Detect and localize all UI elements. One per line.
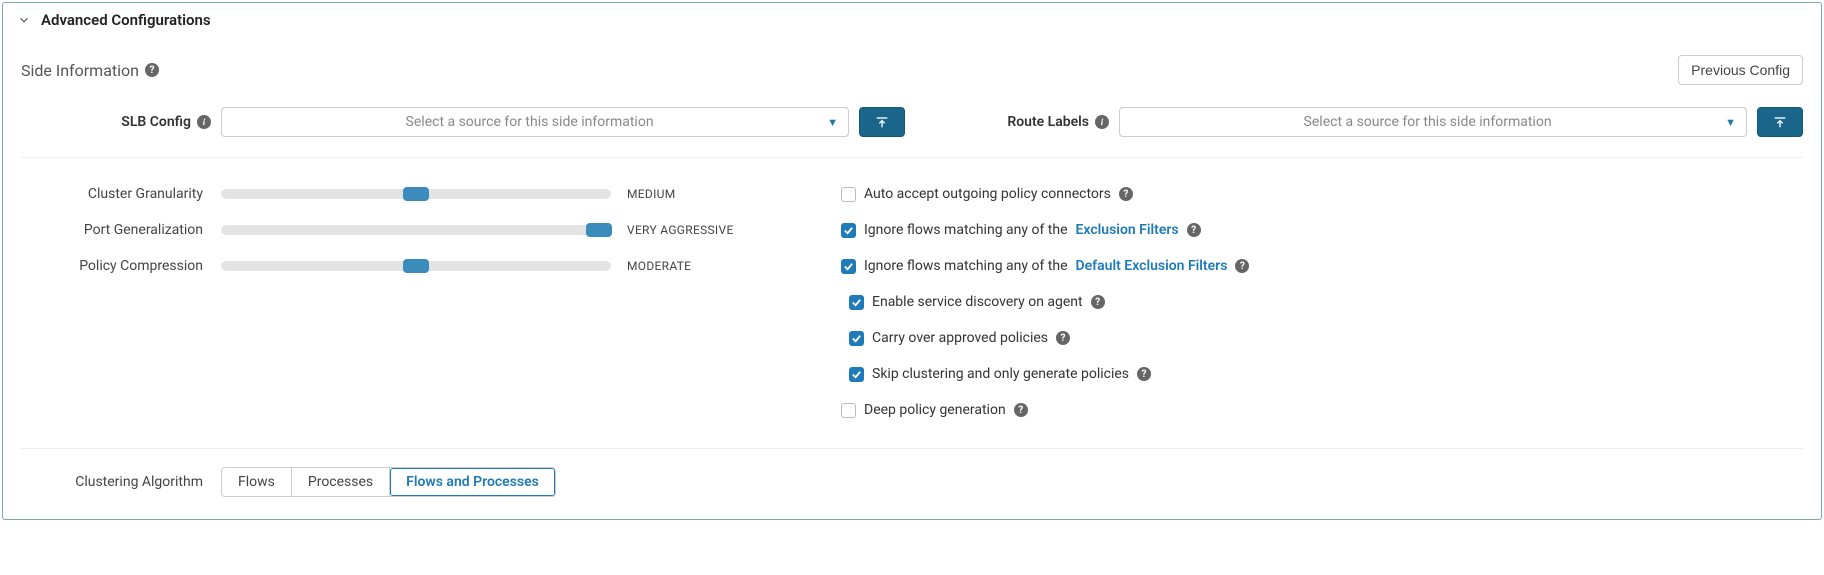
exclusion-filters-link[interactable]: Exclusion Filters [1076,222,1179,238]
carry-over-checkbox[interactable] [849,331,864,346]
enable-service-discovery-checkbox[interactable] [849,295,864,310]
ignore-default-exclusion-checkbox[interactable] [841,259,856,274]
cluster-granularity-value: Medium [611,187,781,201]
skip-clustering-label: Skip clustering and only generate polici… [872,366,1129,382]
route-labels-select[interactable]: Select a source for this side informatio… [1119,107,1747,137]
clustering-algorithm-label: Clustering Algorithm [21,474,221,490]
policy-compression-value: Moderate [611,259,781,273]
deep-policy-checkbox[interactable] [841,403,856,418]
slider-thumb[interactable] [403,259,429,273]
clustering-algorithm-row: Clustering Algorithm Flows Processes Flo… [21,448,1803,497]
cluster-granularity-slider[interactable] [221,189,611,199]
info-icon[interactable]: i [197,115,211,129]
help-icon[interactable]: ? [1091,295,1105,309]
route-labels-group: Route Labels i Select a source for this … [919,107,1803,137]
policy-compression-slider[interactable] [221,261,611,271]
help-icon[interactable]: ? [1187,223,1201,237]
route-labels-placeholder: Select a source for this side informatio… [1130,114,1725,130]
caret-down-icon: ▼ [1725,116,1736,129]
ignore-exclusion-row: Ignore flows matching any of the Exclusi… [841,212,1803,248]
slb-config-select[interactable]: Select a source for this side informatio… [221,107,849,137]
default-exclusion-filters-link[interactable]: Default Exclusion Filters [1076,258,1228,274]
help-icon[interactable]: ? [1137,367,1151,381]
deep-policy-row: Deep policy generation ? [841,392,1803,428]
enable-service-discovery-label: Enable service discovery on agent [872,294,1083,310]
auto-accept-checkbox[interactable] [841,187,856,202]
ignore-exclusion-prefix: Ignore flows matching any of the [864,222,1068,238]
side-info-text: Side Information [21,61,139,80]
panel-title: Advanced Configurations [41,11,211,29]
skip-clustering-checkbox[interactable] [849,367,864,382]
help-icon[interactable]: ? [1056,331,1070,345]
enable-service-discovery-row: Enable service discovery on agent ? [841,284,1803,320]
carry-over-row: Carry over approved policies ? [841,320,1803,356]
port-generalization-value: Very Aggressive [611,223,781,237]
sliders-column: Cluster Granularity Medium Port Generali… [21,176,781,428]
slb-config-label: SLB Config i [21,114,211,130]
auto-accept-label: Auto accept outgoing policy connectors [864,186,1111,202]
slb-config-group: SLB Config i Select a source for this si… [21,107,905,137]
slb-config-placeholder: Select a source for this side informatio… [232,114,827,130]
policy-compression-label: Policy Compression [21,258,221,274]
caret-down-icon: ▼ [827,116,838,129]
algo-option-processes[interactable]: Processes [292,468,390,496]
deep-policy-label: Deep policy generation [864,402,1006,418]
side-info-row: Side Information ? Previous Config [21,55,1803,85]
clustering-algorithm-segmented: Flows Processes Flows and Processes [221,467,556,497]
ignore-default-excl-prefix: Ignore flows matching any of the [864,258,1068,274]
cluster-granularity-row: Cluster Granularity Medium [21,176,781,212]
auto-accept-row: Auto accept outgoing policy connectors ? [841,176,1803,212]
panel-body: Side Information ? Previous Config SLB C… [3,37,1821,519]
route-labels-upload-button[interactable] [1757,107,1803,137]
config-row: SLB Config i Select a source for this si… [21,99,1803,158]
slider-thumb[interactable] [403,187,429,201]
cluster-granularity-label: Cluster Granularity [21,186,221,202]
slider-thumb[interactable] [586,223,612,237]
ignore-exclusion-checkbox[interactable] [841,223,856,238]
slb-upload-button[interactable] [859,107,905,137]
previous-config-button[interactable]: Previous Config [1678,55,1803,85]
slb-config-label-text: SLB Config [121,114,191,130]
settings-columns: Cluster Granularity Medium Port Generali… [21,158,1803,428]
help-icon[interactable]: ? [1119,187,1133,201]
port-generalization-row: Port Generalization Very Aggressive [21,212,781,248]
algo-option-flows[interactable]: Flows [222,468,292,496]
policy-compression-row: Policy Compression Moderate [21,248,781,284]
help-icon[interactable]: ? [145,63,159,77]
help-icon[interactable]: ? [1014,403,1028,417]
help-icon[interactable]: ? [1235,259,1249,273]
chevron-down-icon [17,13,31,27]
algo-option-flows-and-processes[interactable]: Flows and Processes [390,468,555,496]
ignore-default-exclusion-row: Ignore flows matching any of the Default… [841,248,1803,284]
route-labels-label: Route Labels i [919,114,1109,130]
side-info-label: Side Information ? [21,61,159,80]
carry-over-label: Carry over approved policies [872,330,1048,346]
info-icon[interactable]: i [1095,115,1109,129]
advanced-configurations-panel: Advanced Configurations Side Information… [2,2,1822,520]
panel-header[interactable]: Advanced Configurations [3,3,1821,37]
port-generalization-label: Port Generalization [21,222,221,238]
route-labels-label-text: Route Labels [1007,114,1089,130]
checkboxes-column: Auto accept outgoing policy connectors ?… [821,176,1803,428]
skip-clustering-row: Skip clustering and only generate polici… [841,356,1803,392]
port-generalization-slider[interactable] [221,225,611,235]
